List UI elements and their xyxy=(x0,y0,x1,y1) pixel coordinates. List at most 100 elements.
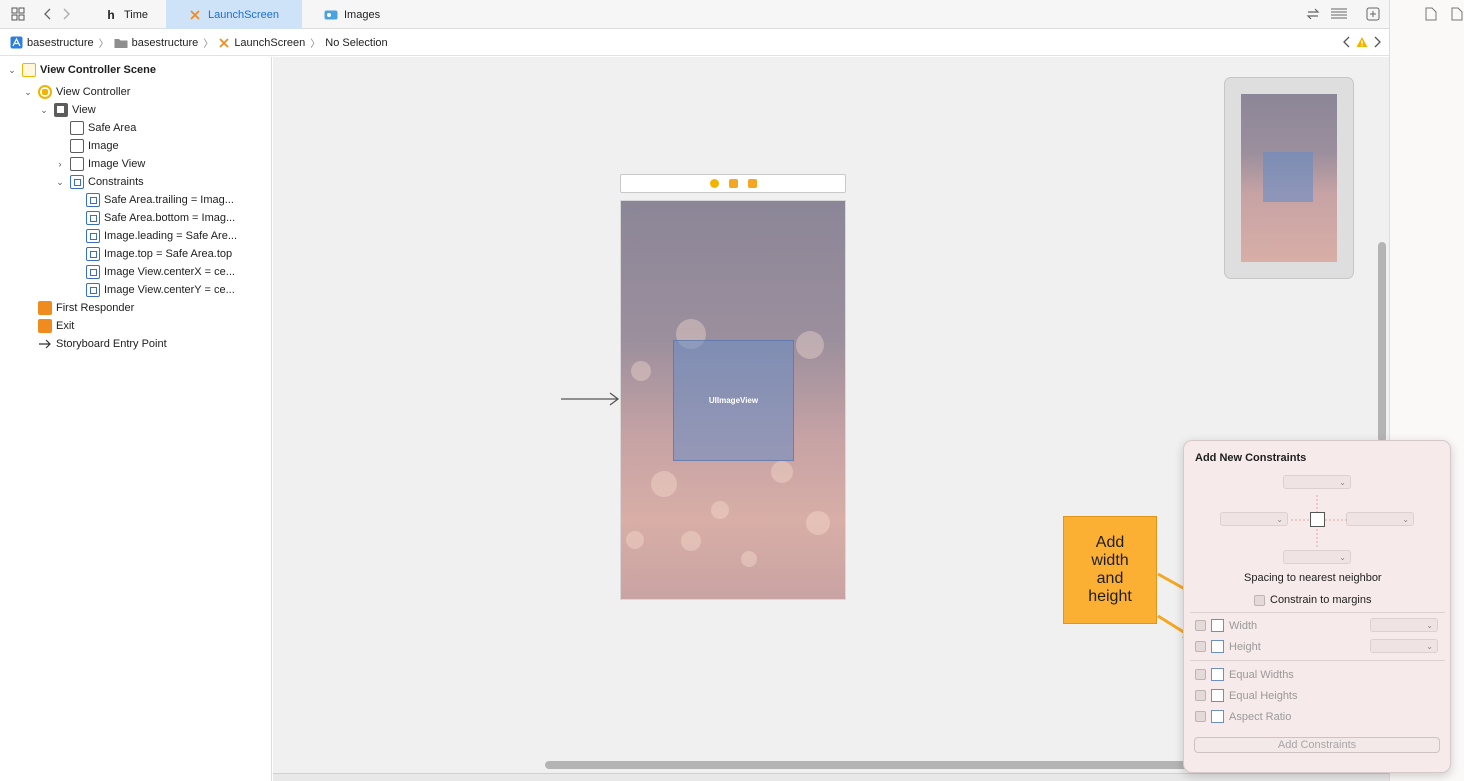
width-value-field[interactable]: ⌄ xyxy=(1370,618,1438,632)
outline-image[interactable]: Image xyxy=(70,137,119,155)
chevron-down-icon: ⌄ xyxy=(1339,553,1346,562)
constraint-icon xyxy=(86,193,100,207)
safe-area-icon xyxy=(70,121,84,135)
tab-bar: h Time LaunchScreen Images xyxy=(0,0,1389,29)
constraint-item[interactable]: Image.top = Safe Area.top xyxy=(86,245,232,263)
chevron-down-icon: ⌄ xyxy=(1339,478,1346,487)
equal-widths-icon xyxy=(1211,668,1224,681)
breadcrumb-selection[interactable]: No Selection xyxy=(325,37,387,49)
bokeh-highlight xyxy=(681,531,701,551)
annotation-callout: Add width and height xyxy=(1063,516,1157,624)
arrow-right-icon xyxy=(38,338,52,350)
entry-point-arrow[interactable] xyxy=(560,391,622,407)
breadcrumb-separator: 〉 xyxy=(310,39,321,50)
height-constraint-icon xyxy=(1211,640,1224,653)
trailing-spacing-field[interactable]: ⌄ xyxy=(1346,512,1414,526)
outline-scene[interactable]: ⌄ View Controller Scene xyxy=(6,61,156,79)
leading-spacing-field[interactable]: ⌄ xyxy=(1220,512,1288,526)
back-arrow-icon[interactable] xyxy=(41,7,55,21)
view-controller-icon xyxy=(38,85,52,99)
chevron-down-icon: ⌄ xyxy=(1402,515,1409,524)
constraint-icon xyxy=(86,211,100,225)
minimap[interactable] xyxy=(1224,77,1354,279)
outline-safe-area[interactable]: Safe Area xyxy=(70,119,136,137)
width-label: Width xyxy=(1229,620,1258,632)
width-constraint-icon xyxy=(1211,619,1224,632)
chevron-down-icon: ⌄ xyxy=(1426,621,1433,630)
tab-images[interactable]: Images xyxy=(310,0,410,29)
tab-label: Images xyxy=(344,8,381,21)
document-outline: ⌄ View Controller Scene ⌄ View Controlle… xyxy=(0,57,272,781)
spacing-label: Spacing to nearest neighbor xyxy=(1244,572,1382,584)
equal-heights-icon xyxy=(1211,689,1224,702)
height-label: Height xyxy=(1229,641,1261,653)
first-responder-icon xyxy=(38,301,52,315)
outline-exit[interactable]: Exit xyxy=(38,317,74,335)
constrain-margins-checkbox[interactable] xyxy=(1254,595,1265,606)
height-value-field[interactable]: ⌄ xyxy=(1370,639,1438,653)
constraint-icon xyxy=(86,247,100,261)
disclosure-closed-icon[interactable]: › xyxy=(54,158,66,170)
equal-widths-checkbox[interactable] xyxy=(1195,669,1206,680)
bokeh-highlight xyxy=(771,461,793,483)
constraint-item[interactable]: Image View.centerY = ce... xyxy=(86,281,235,299)
outline-entry-point[interactable]: Storyboard Entry Point xyxy=(38,335,167,353)
outline-image-view[interactable]: › Image View xyxy=(54,155,145,173)
add-constraints-button[interactable]: Add Constraints xyxy=(1194,737,1440,753)
scene-dock xyxy=(620,174,846,193)
view-controller-dock-icon[interactable] xyxy=(709,179,719,188)
horizontal-scrollbar[interactable] xyxy=(545,761,1221,769)
add-constraints-popover: Add New Constraints ⌄ ⌄ ⌄ ⌄ Spacing to n… xyxy=(1183,440,1451,773)
disclosure-open-icon[interactable]: ⌄ xyxy=(6,64,18,76)
related-items-icon[interactable] xyxy=(1306,7,1320,21)
tab-launchscreen[interactable]: LaunchScreen xyxy=(166,0,302,29)
next-issue-icon[interactable] xyxy=(1372,36,1382,48)
exit-dock-icon[interactable] xyxy=(747,179,757,188)
warning-icon[interactable] xyxy=(1356,36,1368,48)
help-inspector-icon[interactable] xyxy=(1451,7,1463,21)
canvas-bottom-bar xyxy=(273,773,1389,781)
image-icon xyxy=(70,139,84,153)
first-responder-dock-icon[interactable] xyxy=(728,179,738,188)
editor-options-icon[interactable] xyxy=(1330,7,1348,21)
constraint-item[interactable]: Image View.centerX = ce... xyxy=(86,263,235,281)
constraint-item[interactable]: Safe Area.trailing = Imag... xyxy=(86,191,234,209)
add-editor-icon[interactable] xyxy=(1366,7,1380,21)
launch-screen-view[interactable]: UIImageView xyxy=(620,200,846,600)
aspect-ratio-icon xyxy=(1211,710,1224,723)
breadcrumb-file[interactable]: LaunchScreen xyxy=(218,37,305,49)
breadcrumb-project[interactable]: basestructure xyxy=(10,36,94,49)
width-checkbox[interactable] xyxy=(1195,620,1206,631)
previous-issue-icon[interactable] xyxy=(1342,36,1352,48)
disclosure-open-icon[interactable]: ⌄ xyxy=(22,86,34,98)
chevron-down-icon: ⌄ xyxy=(1426,642,1433,651)
tab-label: Time xyxy=(124,8,149,21)
equal-widths-label: Equal Widths xyxy=(1229,669,1294,681)
aspect-ratio-checkbox[interactable] xyxy=(1195,711,1206,722)
view-icon xyxy=(54,103,68,117)
popover-title: Add New Constraints xyxy=(1195,452,1307,464)
equal-heights-checkbox[interactable] xyxy=(1195,690,1206,701)
height-checkbox[interactable] xyxy=(1195,641,1206,652)
vertical-scrollbar[interactable] xyxy=(1378,242,1386,442)
breadcrumb-folder[interactable]: basestructure xyxy=(114,37,198,49)
outline-view[interactable]: ⌄ View xyxy=(38,101,96,119)
constraint-item[interactable]: Image.leading = Safe Are... xyxy=(86,227,237,245)
top-spacing-field[interactable]: ⌄ xyxy=(1283,475,1351,489)
outline-constraints[interactable]: ⌄ Constraints xyxy=(54,173,144,191)
disclosure-open-icon[interactable]: ⌄ xyxy=(38,104,50,116)
constraint-item[interactable]: Safe Area.bottom = Imag... xyxy=(86,209,235,227)
minimap-scene xyxy=(1241,94,1337,262)
outline-view-controller[interactable]: ⌄ View Controller xyxy=(22,83,130,101)
outline-first-responder[interactable]: First Responder xyxy=(38,299,134,317)
bottom-spacing-field[interactable]: ⌄ xyxy=(1283,550,1351,564)
tab-label: LaunchScreen xyxy=(208,8,279,21)
tab-time[interactable]: h Time xyxy=(90,0,166,29)
uiimageview[interactable]: UIImageView xyxy=(673,340,794,461)
bokeh-highlight xyxy=(741,551,757,567)
disclosure-open-icon[interactable]: ⌄ xyxy=(54,176,66,188)
forward-arrow-icon[interactable] xyxy=(59,7,73,21)
constraint-icon xyxy=(86,229,100,243)
grid-icon[interactable] xyxy=(11,7,25,21)
file-inspector-icon[interactable] xyxy=(1425,7,1437,21)
